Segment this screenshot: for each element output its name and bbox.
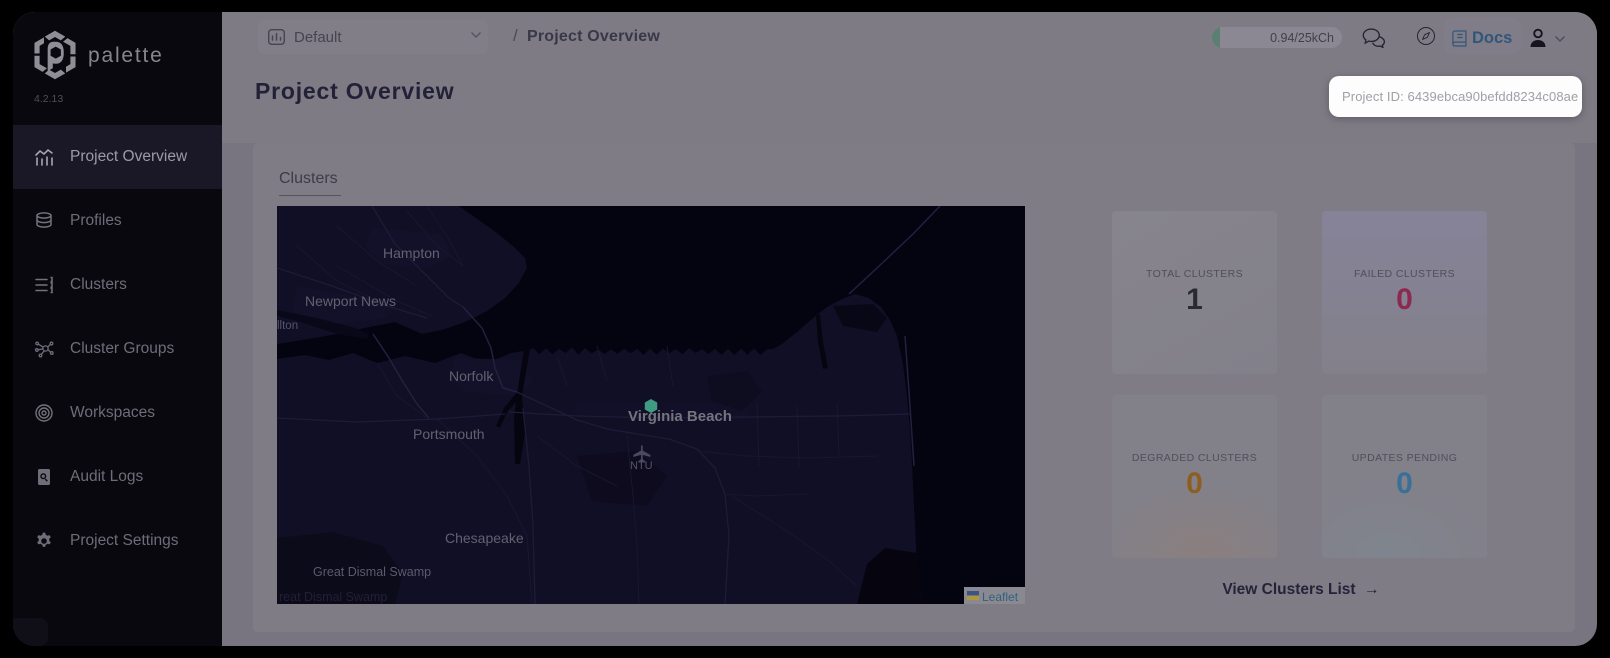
svg-text:NTU: NTU: [630, 460, 653, 472]
svg-text:Hampton: Hampton: [383, 245, 440, 261]
svg-text:Norfolk: Norfolk: [449, 368, 494, 384]
svg-text:llton: llton: [277, 320, 298, 332]
svg-text:Leaflet: Leaflet: [982, 590, 1019, 604]
svg-text:Virginia Beach: Virginia Beach: [628, 408, 732, 425]
svg-text:Newport News: Newport News: [305, 293, 396, 309]
svg-text:Portsmouth: Portsmouth: [413, 426, 485, 442]
svg-text:reat Dismal Swamp: reat Dismal Swamp: [279, 590, 387, 604]
svg-text:Great Dismal Swamp: Great Dismal Swamp: [313, 565, 431, 579]
svg-text:Chesapeake: Chesapeake: [445, 530, 524, 546]
